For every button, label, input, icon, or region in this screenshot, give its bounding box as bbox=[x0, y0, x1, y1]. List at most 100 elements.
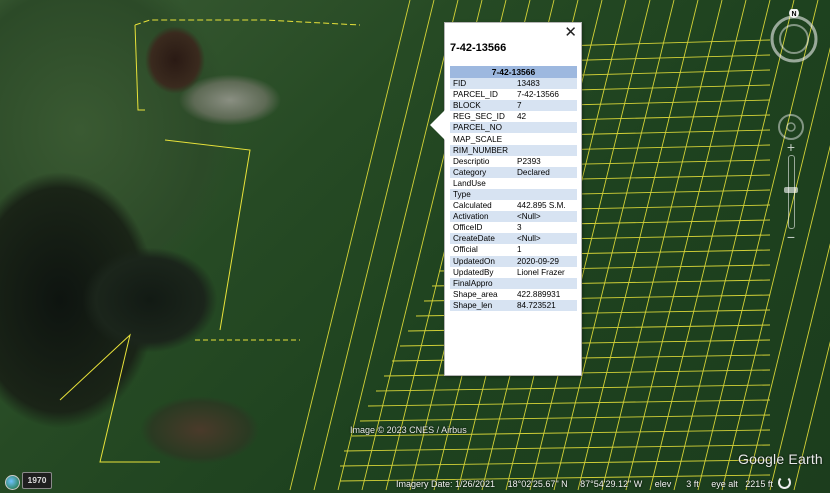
attribute-row: Descriptio P2393 bbox=[450, 156, 577, 167]
zoom-out-button[interactable]: − bbox=[783, 229, 799, 245]
attribute-row: LandUse bbox=[450, 178, 577, 189]
parcel-boundary-line bbox=[134, 24, 145, 111]
parcel-line bbox=[367, 399, 771, 407]
popup-pointer bbox=[430, 109, 446, 141]
attribute-row: CreateDate <Null> bbox=[450, 233, 577, 245]
close-icon[interactable]: ✕ bbox=[564, 24, 577, 42]
attribute-value: 2020-09-29 bbox=[514, 255, 577, 267]
attribute-row: OfficeID 3 bbox=[450, 222, 577, 233]
attribute-row: PARCEL_ID 7-42-13566 bbox=[450, 89, 577, 100]
attribute-value: 442.895 S.M. bbox=[517, 201, 566, 211]
attribute-key: MAP_SCALE bbox=[453, 134, 503, 144]
zoom-slider-handle[interactable] bbox=[784, 187, 798, 193]
attribute-key: Descriptio bbox=[453, 156, 490, 166]
attribute-row: UpdatedOn 2020-09-29 bbox=[450, 255, 577, 267]
attribute-value: Declared bbox=[514, 166, 577, 178]
attribute-value: <Null> bbox=[514, 211, 577, 223]
loading-spinner-icon bbox=[777, 476, 791, 489]
attribute-key: Official bbox=[453, 245, 478, 255]
parcel-overlay bbox=[59, 0, 830, 491]
attribute-value: 1 bbox=[517, 245, 522, 255]
parcel-line bbox=[551, 54, 771, 62]
historical-imagery-year[interactable]: 1970 bbox=[22, 472, 52, 489]
parcel-line bbox=[343, 444, 771, 452]
imagery-date: Imagery Date: 1/26/2021 bbox=[396, 479, 496, 489]
attribute-table: 7-42-13566 FID 13483 PARCEL_ID 7-42-13566 BL… bbox=[450, 66, 577, 311]
attribute-key: PARCEL_NO bbox=[450, 122, 514, 134]
parcel-line bbox=[793, 341, 830, 491]
attribute-row: UpdatedBy Lionel Frazer bbox=[450, 267, 577, 278]
attribute-table-header: 7-42-13566 bbox=[450, 66, 577, 78]
popup-title: 7-42-13566 bbox=[450, 42, 507, 54]
parcel-line bbox=[339, 459, 771, 467]
historical-imagery-icon[interactable] bbox=[5, 475, 20, 490]
latitude-readout: 18°02'25.67" N bbox=[507, 479, 568, 489]
attribute-key: FinalAppro bbox=[450, 277, 514, 289]
attribute-row: Official 1 bbox=[450, 244, 577, 255]
attribute-key: FID bbox=[450, 78, 514, 90]
imagery-attribution: Image © 2023 CNES / Airbus bbox=[350, 425, 467, 435]
attribute-value bbox=[514, 133, 577, 144]
attribute-key: UpdatedBy bbox=[453, 267, 494, 277]
eye-altitude-readout: eye alt 2215 ft bbox=[711, 479, 773, 489]
attribute-key: OfficeID bbox=[453, 223, 483, 233]
attribute-key: Category bbox=[450, 166, 514, 178]
attribute-row: RIM_NUMBER bbox=[450, 144, 577, 156]
attribute-row: FinalAppro bbox=[450, 277, 577, 289]
attribute-key: BLOCK bbox=[450, 100, 514, 112]
attribute-value bbox=[514, 122, 577, 134]
longitude-readout: 87°54'29.12" W bbox=[580, 479, 643, 489]
google-earth-logo: Google Earth bbox=[738, 451, 823, 467]
attribute-row: REG_SEC_ID 42 bbox=[450, 111, 577, 122]
attribute-row: Type bbox=[450, 188, 577, 201]
attribute-value: 3 bbox=[517, 223, 522, 233]
attribute-value bbox=[514, 277, 577, 289]
attribute-row: Shape_len 84.723521 bbox=[450, 299, 577, 311]
attribute-value: 7 bbox=[514, 100, 577, 112]
attribute-row: PARCEL_NO bbox=[450, 122, 577, 134]
attribute-value bbox=[514, 188, 577, 201]
compass-ring-icon[interactable]: N bbox=[767, 9, 821, 63]
attribute-row: FID 13483 bbox=[450, 78, 577, 90]
attribute-value: 7-42-13566 bbox=[517, 90, 559, 100]
attribute-value: <Null> bbox=[514, 233, 577, 245]
attribute-key: UpdatedOn bbox=[450, 255, 514, 267]
parcel-boundary-line bbox=[59, 333, 160, 463]
status-bar: Imagery Date: 1/26/2021 18°02'25.67" N 8… bbox=[396, 476, 801, 489]
zoom-in-button[interactable]: + bbox=[783, 139, 799, 155]
attribute-key: Shape_len bbox=[450, 299, 514, 311]
attribute-value: P2393 bbox=[517, 156, 541, 166]
attribute-value: 42 bbox=[517, 112, 527, 122]
parcel-boundary-line bbox=[164, 139, 251, 331]
attribute-row: Category Declared bbox=[450, 166, 577, 178]
parcel-line bbox=[313, 0, 435, 491]
attribute-key: PARCEL_ID bbox=[453, 90, 498, 100]
attribute-key: Calculated bbox=[453, 201, 492, 211]
parcel-line bbox=[697, 0, 819, 491]
attribute-row: BLOCK 7 bbox=[450, 100, 577, 112]
parcel-line bbox=[337, 0, 459, 491]
attribute-value bbox=[514, 178, 577, 189]
parcel-line bbox=[359, 414, 771, 422]
attribute-key: CreateDate bbox=[450, 233, 514, 245]
attribute-row: MAP_SCALE bbox=[450, 133, 577, 144]
attribute-key: REG_SEC_ID bbox=[453, 112, 505, 122]
attribute-value bbox=[514, 144, 577, 156]
parcel-line bbox=[289, 0, 411, 491]
attribute-row: Activation <Null> bbox=[450, 211, 577, 223]
attribute-value: Lionel Frazer bbox=[517, 267, 565, 277]
attribute-key: Type bbox=[450, 188, 514, 201]
attribute-value: 84.723521 bbox=[514, 299, 577, 311]
compass-north-label: N bbox=[791, 11, 796, 18]
attribute-key: Shape_area bbox=[453, 289, 498, 299]
parcel-boundary-line bbox=[134, 19, 361, 26]
attribute-row: Shape_area 422.889931 bbox=[450, 289, 577, 300]
parcel-info-popup: ✕ 7-42-13566 7-42-13566 FID 13483 PARCEL_I… bbox=[430, 22, 582, 376]
elevation-readout: elev 3 ft bbox=[654, 479, 699, 489]
attribute-value: 422.889931 bbox=[517, 289, 561, 299]
attribute-key: LandUse bbox=[453, 178, 486, 188]
satellite-map[interactable] bbox=[0, 0, 830, 493]
attribute-value: 13483 bbox=[514, 78, 577, 90]
attribute-key: Activation bbox=[450, 211, 514, 223]
look-joystick-icon[interactable] bbox=[776, 112, 806, 142]
